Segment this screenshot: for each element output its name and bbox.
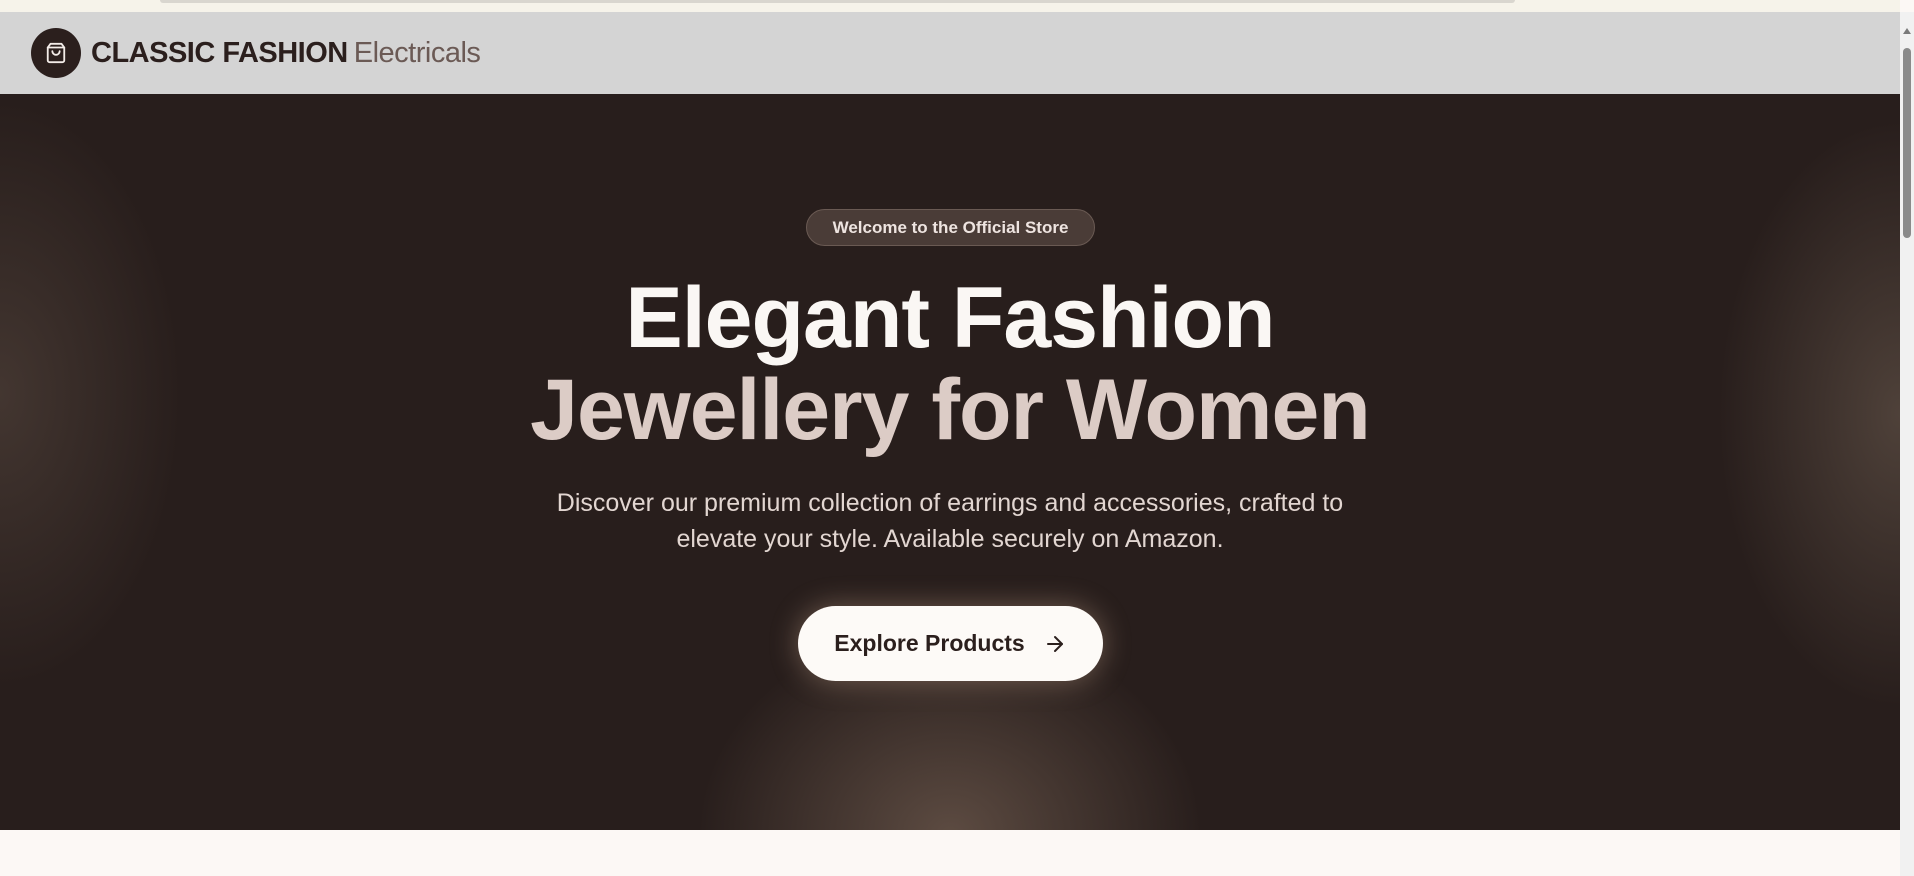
hero-description: Discover our premium collection of earri… [556,489,1344,553]
welcome-badge: Welcome to the Official Store [806,209,1095,246]
site-header: CLASSIC FASHION Electricals [0,12,1900,94]
arrow-right-icon [1046,635,1063,652]
shopping-bag-icon [46,42,66,64]
brand-name[interactable]: CLASSIC FASHION Electricals [91,36,481,70]
explore-products-button[interactable]: Explore Products [798,606,1103,681]
brand-sub: Electricals [353,36,481,69]
headline-line2: Jewellery for Women [530,362,1371,458]
hero-headline: Elegant Fashion Jewellery for Women [0,272,1900,456]
address-bar-edge [160,0,1515,3]
scrollbar-thumb[interactable] [1903,48,1911,238]
browser-top-strip [0,0,1900,12]
explore-products-label: Explore Products [834,630,1025,656]
logo[interactable] [31,28,81,78]
brand-main: CLASSIC FASHION [91,36,348,69]
hero-section: Welcome to the Official Store Elegant Fa… [0,94,1900,830]
page-scrollbar[interactable] [1900,12,1914,876]
headline-line1: Elegant Fashion [625,270,1275,366]
scroll-up-arrow-icon[interactable] [1902,26,1912,36]
